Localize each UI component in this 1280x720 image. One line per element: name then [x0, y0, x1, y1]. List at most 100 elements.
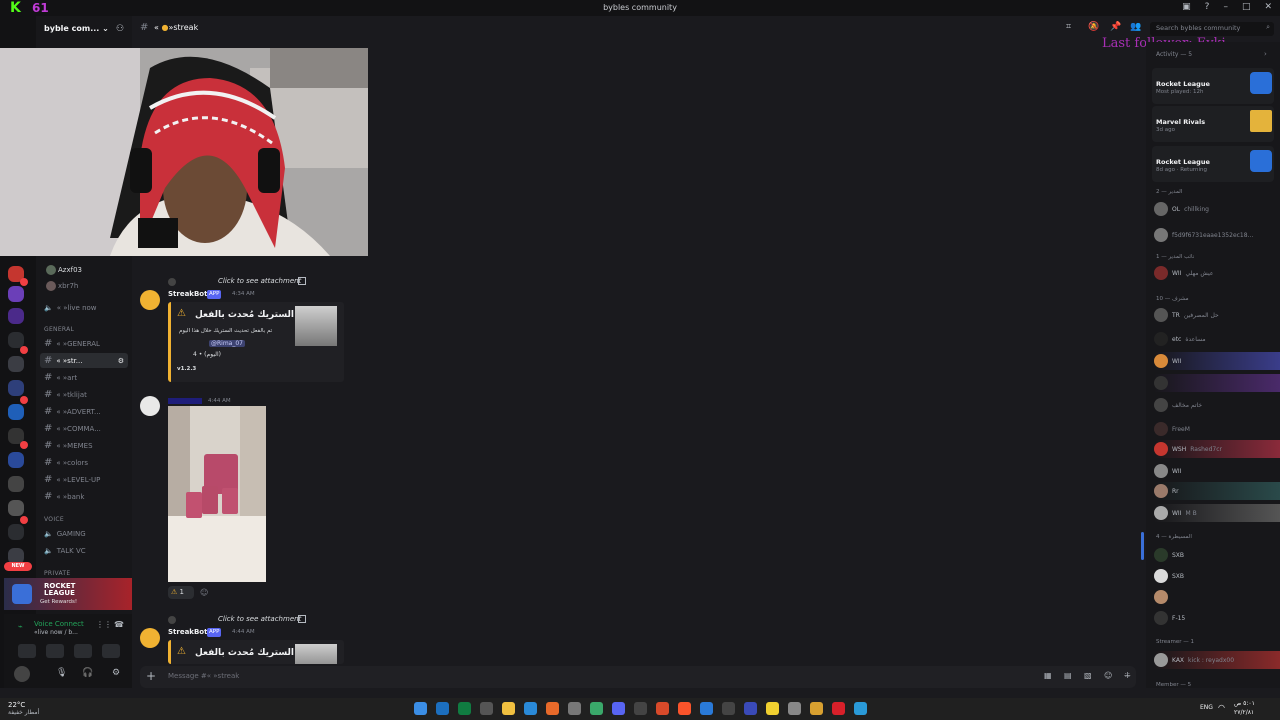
- voice-user[interactable]: xbr7h: [58, 282, 78, 290]
- member-row[interactable]: WII M B: [1154, 504, 1280, 522]
- member-row[interactable]: [1154, 374, 1280, 392]
- file-explorer-icon[interactable]: [502, 702, 515, 715]
- voice-channel[interactable]: 🔈 TALK VC: [40, 543, 128, 558]
- member-row[interactable]: OL chillking: [1154, 200, 1280, 218]
- new-badge[interactable]: NEW: [4, 562, 32, 571]
- help-icon[interactable]: ?: [1205, 2, 1210, 12]
- taskbar-app-icon[interactable]: [436, 702, 449, 715]
- server-icon[interactable]: [8, 380, 24, 396]
- channel-item-active[interactable]: # « »str... ⚙: [40, 353, 128, 368]
- gift-icon[interactable]: ▦: [1044, 671, 1052, 680]
- member-row[interactable]: F-15: [1154, 609, 1280, 627]
- member-row[interactable]: WII: [1154, 352, 1280, 370]
- taskbar-app-icon[interactable]: [568, 702, 581, 715]
- taskbar-app-icon[interactable]: [766, 702, 779, 715]
- weather-temp[interactable]: 22°C: [8, 701, 25, 709]
- channel-item[interactable]: # « »tklijat: [40, 387, 128, 402]
- taskbar-app-icon[interactable]: [590, 702, 603, 715]
- settings-icon[interactable]: ⚙: [112, 668, 120, 678]
- brave-icon[interactable]: [678, 702, 691, 715]
- author-name[interactable]: StreakBot: [168, 290, 207, 298]
- taskbar-app-icon[interactable]: [656, 702, 669, 715]
- promo-banner[interactable]: ROCKET LEAGUE Get Rewards!: [4, 578, 132, 610]
- voice-user[interactable]: Azxf03: [58, 266, 82, 274]
- clock-date[interactable]: ٢٧/٢/٨١: [1234, 709, 1254, 716]
- member-list-icon[interactable]: 👥: [1130, 22, 1141, 32]
- gif-icon[interactable]: ▤: [1064, 671, 1072, 680]
- server-icon[interactable]: [8, 404, 24, 420]
- server-icon[interactable]: [8, 356, 24, 372]
- language-indicator[interactable]: ENG: [1200, 704, 1213, 711]
- clock-time[interactable]: ٥:٠١ ص: [1234, 700, 1255, 707]
- taskbar-app-icon[interactable]: [480, 702, 493, 715]
- taskbar-app-icon[interactable]: [744, 702, 757, 715]
- obs-icon[interactable]: [634, 702, 647, 715]
- noise-suppression-icon[interactable]: ⋮⋮: [96, 620, 112, 629]
- attachment-link[interactable]: Click to see attachment: [218, 277, 301, 285]
- server-icon[interactable]: [8, 308, 24, 324]
- taskbar-app-icon[interactable]: [854, 702, 867, 715]
- member-row[interactable]: Rr: [1154, 482, 1280, 500]
- server-name[interactable]: byble com... ⌄: [44, 24, 109, 33]
- minimize-icon[interactable]: –: [1223, 2, 1228, 12]
- discord-icon[interactable]: [612, 702, 625, 715]
- taskbar-app-icon[interactable]: [788, 702, 801, 715]
- bot-avatar[interactable]: [140, 290, 160, 310]
- mic-icon[interactable]: 🎙: [56, 668, 67, 678]
- maximize-icon[interactable]: □: [1242, 2, 1251, 12]
- bot-avatar[interactable]: [140, 628, 160, 648]
- pin-icon[interactable]: 📌: [1110, 22, 1121, 32]
- channel-item[interactable]: # « »ADVERT...: [40, 404, 128, 419]
- reaction-chip[interactable]: ⚠ 1: [168, 586, 194, 599]
- member-row[interactable]: SXB: [1154, 546, 1280, 564]
- user-mention[interactable]: @Rima_07: [209, 340, 245, 347]
- add-member-icon[interactable]: ⚇: [116, 24, 124, 34]
- disconnect-icon[interactable]: ☎: [114, 620, 124, 629]
- server-icon[interactable]: [8, 500, 24, 516]
- inbox-icon[interactable]: ▣: [1182, 2, 1191, 12]
- chevron-right-icon[interactable]: ›: [1264, 50, 1267, 58]
- vscode-icon[interactable]: [700, 702, 713, 715]
- activity-button[interactable]: [74, 644, 92, 658]
- message-composer[interactable]: + Message #« »streak ▦ ▤ ▧ ☺ ⁜: [140, 666, 1136, 688]
- taskbar-app-icon[interactable]: [832, 702, 845, 715]
- add-attachment-icon[interactable]: +: [146, 669, 156, 683]
- notification-bell-icon[interactable]: 🔕: [1088, 22, 1099, 32]
- add-reaction-icon[interactable]: ☺: [200, 588, 208, 597]
- channel-item[interactable]: # « »art: [40, 370, 128, 385]
- member-row[interactable]: f5d9f6731eaae1352ec18...: [1154, 226, 1280, 244]
- server-icon[interactable]: [8, 524, 24, 540]
- camera-button[interactable]: [18, 644, 36, 658]
- channel-item[interactable]: # « »bank: [40, 489, 128, 504]
- category-voice[interactable]: VOICE: [44, 516, 64, 523]
- member-row[interactable]: FreeM: [1154, 420, 1280, 438]
- embed-thumbnail[interactable]: [295, 306, 337, 346]
- taskbar-app-icon[interactable]: [722, 702, 735, 715]
- author-name[interactable]: StreakBot: [168, 628, 207, 636]
- activity-card[interactable]: Marvel Rivals 3d ago: [1152, 106, 1274, 142]
- member-row[interactable]: etc مساعدة: [1154, 330, 1280, 348]
- server-icon[interactable]: [8, 286, 24, 302]
- channel-item[interactable]: # « »COMMA...: [40, 421, 128, 436]
- channel-item[interactable]: # « »GENERAL: [40, 336, 128, 351]
- member-row[interactable]: KAX kick : reyadx00: [1154, 651, 1280, 669]
- author-name[interactable]: [168, 398, 202, 404]
- soundboard-button[interactable]: [102, 644, 120, 658]
- channel-item[interactable]: # « »LEVEL-UP: [40, 472, 128, 487]
- server-icon[interactable]: [8, 452, 24, 468]
- threads-icon[interactable]: ⌗: [1066, 22, 1071, 32]
- attachment-link[interactable]: Click to see attachment: [218, 615, 301, 623]
- message-input[interactable]: Message #« »streak: [168, 672, 239, 680]
- start-icon[interactable]: [414, 702, 427, 715]
- member-row[interactable]: WSH Rashed7cr: [1154, 440, 1280, 458]
- edge-icon[interactable]: [524, 702, 537, 715]
- scrollbar-thumb[interactable]: [1141, 532, 1144, 560]
- channel-item[interactable]: # « »MEMES: [40, 438, 128, 453]
- member-row[interactable]: خاتم مخالف: [1154, 396, 1280, 414]
- image-attachment[interactable]: [168, 406, 266, 582]
- activity-card[interactable]: Rocket League 8d ago · Returning: [1152, 146, 1274, 182]
- member-row[interactable]: WII عيش مهلي: [1154, 264, 1280, 282]
- member-row[interactable]: [1154, 588, 1280, 606]
- sticker-icon[interactable]: ▧: [1084, 671, 1092, 680]
- embed-thumbnail[interactable]: [295, 644, 337, 664]
